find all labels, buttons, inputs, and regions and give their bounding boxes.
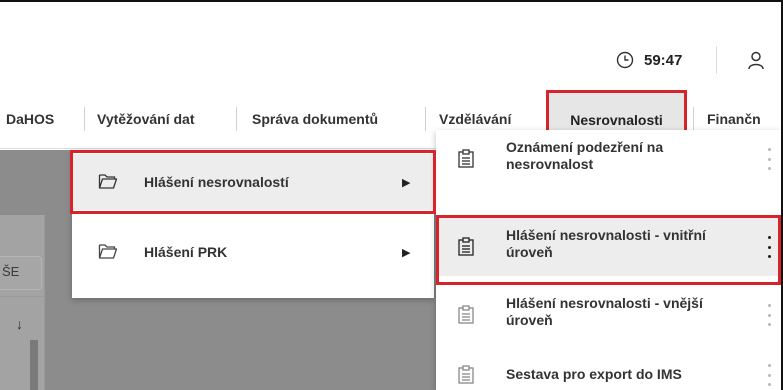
menu-item-hlaseni-prk[interactable]: Hlášení PRK ▶	[72, 224, 434, 280]
clock-icon	[616, 51, 634, 69]
dropdown-menu-nesrovnalosti: Hlášení nesrovnalostí ▶ Hlášení PRK ▶	[72, 150, 434, 298]
session-timer: 59:47	[616, 48, 682, 72]
menu-item-label: Hlášení PRK	[144, 244, 228, 260]
nav-item-vytezovani-dat[interactable]: Vytěžování dat	[97, 89, 195, 149]
nav-separator	[236, 107, 237, 131]
background-divider	[0, 296, 45, 297]
triangle-right-icon: ▶	[402, 246, 411, 259]
folder-icon	[98, 174, 118, 189]
background-tab-label: ŠE	[2, 264, 20, 279]
submenu-item-label: Oznámení podezření na nesrovnalost	[506, 139, 664, 172]
clipboard-icon	[458, 149, 474, 168]
submenu-item-label: Hlášení nesrovnalosti - vnitřní úroveň	[506, 227, 706, 260]
submenu-item-label: Hlášení nesrovnalosti - vnější úroveň	[506, 295, 703, 328]
submenu-item-sestava-export-ims[interactable]: Sestava pro export do IMS	[436, 346, 781, 390]
submenu-item-label: Sestava pro export do IMS	[506, 366, 682, 382]
menu-item-label: Hlášení nesrovnalostí	[144, 174, 289, 190]
timer-value: 59:47	[644, 51, 683, 69]
nav-separator	[693, 107, 694, 131]
nav-separator	[425, 107, 426, 131]
clipboard-icon	[458, 305, 474, 324]
kebab-icon[interactable]	[766, 364, 772, 386]
kebab-icon[interactable]	[766, 148, 772, 170]
background-scrollbar	[30, 340, 38, 390]
menu-item-hlaseni-nesrovnalosti[interactable]: Hlášení nesrovnalostí ▶	[72, 154, 434, 210]
nav-separator	[84, 107, 85, 131]
clipboard-icon	[458, 237, 474, 256]
submenu-item-oznameni-podezreni[interactable]: Oznámení podezření na nesrovnalost	[436, 130, 781, 188]
header-separator	[716, 46, 717, 74]
kebab-icon[interactable]	[766, 304, 772, 326]
nav-item-dahos[interactable]: DaHOS	[6, 89, 54, 149]
arrow-down-icon: ↓	[16, 316, 23, 332]
submenu-item-vnejsi-uroven[interactable]: Hlášení nesrovnalosti - vnější úroveň	[436, 286, 781, 344]
triangle-right-icon: ▶	[402, 176, 411, 189]
submenu-hlaseni-nesrovnalosti: Oznámení podezření na nesrovnalost Hláše…	[436, 130, 781, 390]
kebab-icon[interactable]	[766, 236, 772, 258]
user-icon[interactable]	[746, 50, 766, 70]
submenu-item-vnitrni-uroven[interactable]: Hlášení nesrovnalosti - vnitřní úroveň	[436, 218, 781, 276]
nav-item-sprava-dokumentu[interactable]: Správa dokumentů	[252, 89, 378, 149]
clipboard-icon	[458, 365, 474, 384]
folder-icon	[98, 244, 118, 259]
background-panel	[0, 215, 45, 390]
